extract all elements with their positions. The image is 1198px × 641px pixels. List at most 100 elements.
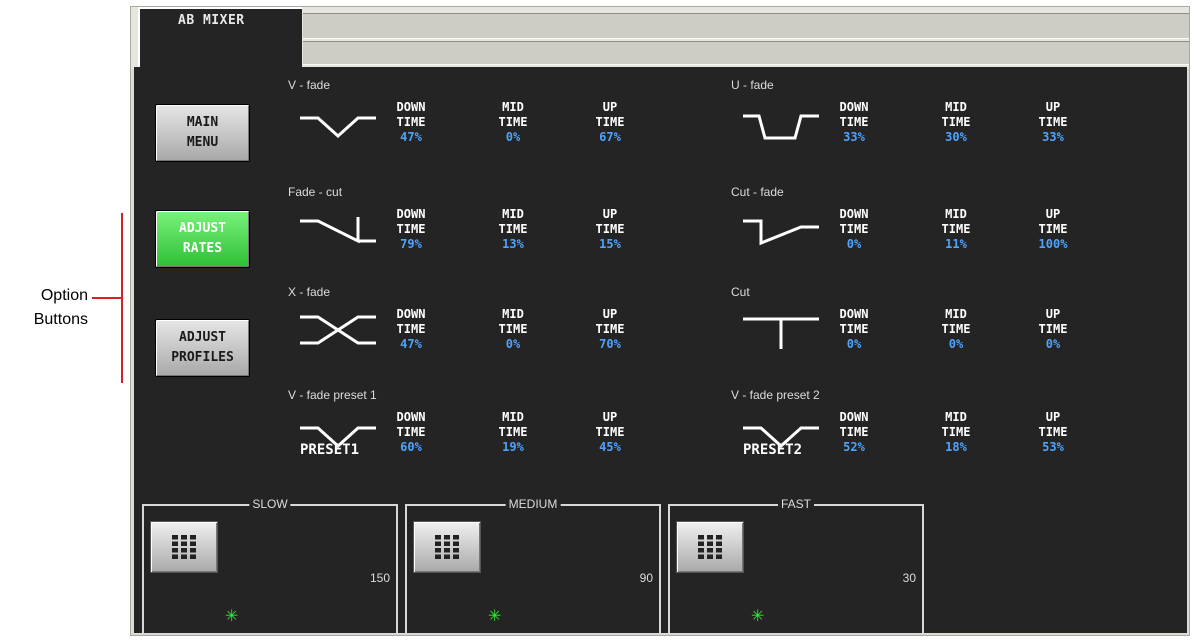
down-time-control[interactable]: DOWN TIME 47% (378, 100, 444, 145)
tab-label: AB MIXER (178, 13, 245, 28)
mid-time-value: 0% (505, 130, 521, 144)
up-time-control[interactable]: UP TIME 53% (1020, 410, 1086, 455)
keypad-button[interactable] (413, 521, 481, 573)
up-time-control[interactable]: UP TIME 45% (577, 410, 643, 455)
adjust-profiles-button[interactable]: ADJUST PROFILES (155, 319, 250, 377)
down-time-control[interactable]: DOWN TIME 0% (821, 207, 887, 252)
adjust-rates-button[interactable]: ADJUST RATES (155, 210, 250, 268)
mid-time-control[interactable]: MID TIME 30% (923, 100, 989, 145)
down-time-label: DOWN TIME (396, 410, 426, 439)
transition-name: Fade - cut (288, 185, 343, 199)
mid-time-control[interactable]: MID TIME 11% (923, 207, 989, 252)
mid-time-label: MID TIME (941, 100, 971, 129)
keypad-icon (435, 535, 459, 559)
up-time-label: UP TIME (595, 100, 625, 129)
mid-time-value: 18% (945, 440, 967, 454)
transition-name: V - fade preset 1 (288, 388, 377, 402)
down-time-label: DOWN TIME (396, 100, 426, 129)
mid-time-control[interactable]: MID TIME 0% (480, 100, 546, 145)
ab-mixer-panel: AB MIXER MAIN MENU ADJUST RATES ADJUST P… (130, 6, 1190, 636)
speed-value: 150 (369, 571, 390, 585)
speed-value: 30 (902, 571, 916, 585)
mid-time-control[interactable]: MID TIME 19% (480, 410, 546, 455)
up-time-label: UP TIME (1038, 307, 1068, 336)
main-menu-button[interactable]: MAIN MENU (155, 104, 250, 162)
down-time-label: DOWN TIME (839, 207, 869, 236)
mixer-content: MAIN MENU ADJUST RATES ADJUST PROFILES V… (134, 67, 1187, 635)
down-time-value: 47% (400, 130, 422, 144)
preset-label: PRESET1 (300, 442, 360, 458)
up-time-label: UP TIME (595, 307, 625, 336)
down-time-label: DOWN TIME (396, 307, 426, 336)
cut-icon[interactable] (739, 309, 823, 353)
u-fade-icon[interactable] (739, 102, 823, 146)
speed-box-slow: SLOW 150 ✳ (142, 497, 398, 635)
v-fade-icon[interactable] (296, 102, 380, 146)
transition-name: Cut (731, 285, 750, 299)
down-time-control[interactable]: DOWN TIME 79% (378, 207, 444, 252)
keypad-icon (172, 535, 196, 559)
callout-tick (92, 297, 122, 299)
cut-fade-icon[interactable] (739, 209, 823, 253)
up-time-label: UP TIME (1038, 207, 1068, 236)
keypad-button[interactable] (676, 521, 744, 573)
down-time-value: 0% (846, 337, 862, 351)
transition-name: X - fade (288, 285, 331, 299)
up-time-value: 15% (599, 237, 621, 251)
mid-time-value: 13% (502, 237, 524, 251)
up-time-value: 33% (1042, 130, 1064, 144)
star-icon: ✳ (225, 606, 239, 625)
tab-strip-lower (303, 41, 1189, 65)
transition-name: Cut - fade (731, 185, 784, 199)
transition-name: U - fade (731, 78, 774, 92)
down-time-control[interactable]: DOWN TIME 52% (821, 410, 887, 455)
up-time-value: 67% (599, 130, 621, 144)
down-time-control[interactable]: DOWN TIME 60% (378, 410, 444, 455)
speed-label: SLOW (249, 497, 291, 511)
mid-time-label: MID TIME (498, 100, 528, 129)
speed-value: 90 (639, 571, 653, 585)
keypad-button[interactable] (150, 521, 218, 573)
up-time-control[interactable]: UP TIME 33% (1020, 100, 1086, 145)
up-time-label: UP TIME (1038, 100, 1068, 129)
down-time-value: 79% (400, 237, 422, 251)
x-fade-icon[interactable] (296, 309, 380, 353)
down-time-value: 33% (843, 130, 865, 144)
mid-time-control[interactable]: MID TIME 0% (480, 307, 546, 352)
mid-time-control[interactable]: MID TIME 13% (480, 207, 546, 252)
up-time-control[interactable]: UP TIME 100% (1020, 207, 1086, 252)
callout-bracket (121, 213, 123, 383)
mid-time-label: MID TIME (498, 207, 528, 236)
down-time-value: 0% (846, 237, 862, 251)
up-time-control[interactable]: UP TIME 15% (577, 207, 643, 252)
up-time-value: 53% (1042, 440, 1064, 454)
up-time-label: UP TIME (595, 207, 625, 236)
down-time-value: 47% (400, 337, 422, 351)
down-time-label: DOWN TIME (839, 410, 869, 439)
down-time-control[interactable]: DOWN TIME 47% (378, 307, 444, 352)
star-icon: ✳ (488, 606, 502, 625)
transition-name: V - fade (288, 78, 331, 92)
speed-box-medium: MEDIUM 90 ✳ (405, 497, 661, 635)
up-time-control[interactable]: UP TIME 70% (577, 307, 643, 352)
mid-time-value: 19% (502, 440, 524, 454)
up-time-control[interactable]: UP TIME 67% (577, 100, 643, 145)
speed-box-fast: FAST 30 ✳ (668, 497, 924, 635)
mid-time-control[interactable]: MID TIME 0% (923, 307, 989, 352)
tab-bar: AB MIXER (131, 7, 1189, 69)
down-time-control[interactable]: DOWN TIME 33% (821, 100, 887, 145)
tab-strip-upper (303, 13, 1189, 39)
up-time-control[interactable]: UP TIME 0% (1020, 307, 1086, 352)
star-icon: ✳ (751, 606, 765, 625)
mid-time-value: 0% (505, 337, 521, 351)
down-time-control[interactable]: DOWN TIME 0% (821, 307, 887, 352)
down-time-label: DOWN TIME (839, 307, 869, 336)
keypad-icon (698, 535, 722, 559)
tab-ab-mixer[interactable]: AB MIXER (138, 7, 302, 69)
up-time-value: 45% (599, 440, 621, 454)
up-time-value: 70% (599, 337, 621, 351)
mid-time-control[interactable]: MID TIME 18% (923, 410, 989, 455)
down-time-value: 52% (843, 440, 865, 454)
fade-cut-icon[interactable] (296, 209, 380, 253)
mid-time-value: 30% (945, 130, 967, 144)
